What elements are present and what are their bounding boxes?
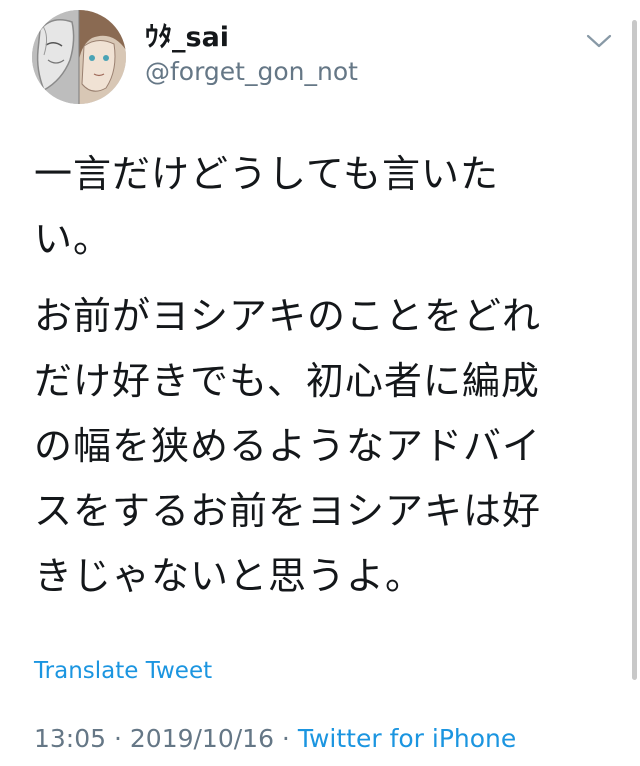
- user-handle[interactable]: @forget_gon_not: [145, 56, 358, 88]
- tweet-text-line: きじゃないと思うよ。: [34, 554, 425, 598]
- tweet-text-line: い。: [34, 217, 113, 261]
- tweet-text-line: 一言だけどうしても言いた: [34, 152, 499, 196]
- tweet-time[interactable]: 13:05: [34, 724, 106, 753]
- tweet-text-paragraph-2: お前がヨシアキのことをどれ だけ好きでも、初心者に編成 の幅を狭めるようなアドバ…: [34, 284, 614, 609]
- tweet: ｳﾀ_sai @forget_gon_not 一言だけどうしても言いた い。 お…: [0, 0, 640, 766]
- tweet-text-line: だけ好きでも、初心者に編成: [34, 359, 540, 403]
- tweet-date[interactable]: 2019/10/16: [130, 724, 274, 753]
- display-name[interactable]: ｳﾀ_sai: [145, 22, 229, 54]
- avatar-icon: [32, 10, 126, 104]
- chevron-down-icon[interactable]: [584, 28, 614, 54]
- tweet-source-link[interactable]: Twitter for iPhone: [298, 724, 516, 753]
- avatar[interactable]: [32, 10, 126, 104]
- tweet-text-line: スをするお前をヨシアキは好: [34, 489, 542, 533]
- tweet-text-line: の幅を狭めるようなアドバイ: [34, 424, 542, 468]
- tweet-text-line: お前がヨシアキのことをどれ: [34, 294, 542, 338]
- tweet-text-paragraph-1: 一言だけどうしても言いた い。: [34, 142, 614, 272]
- scrollbar[interactable]: [632, 20, 637, 680]
- tweet-metadata: 13:05 · 2019/10/16 · Twitter for iPhone: [34, 722, 516, 756]
- meta-separator: ·: [106, 724, 130, 753]
- meta-separator: ·: [273, 724, 298, 753]
- translate-tweet-link[interactable]: Translate Tweet: [34, 655, 212, 687]
